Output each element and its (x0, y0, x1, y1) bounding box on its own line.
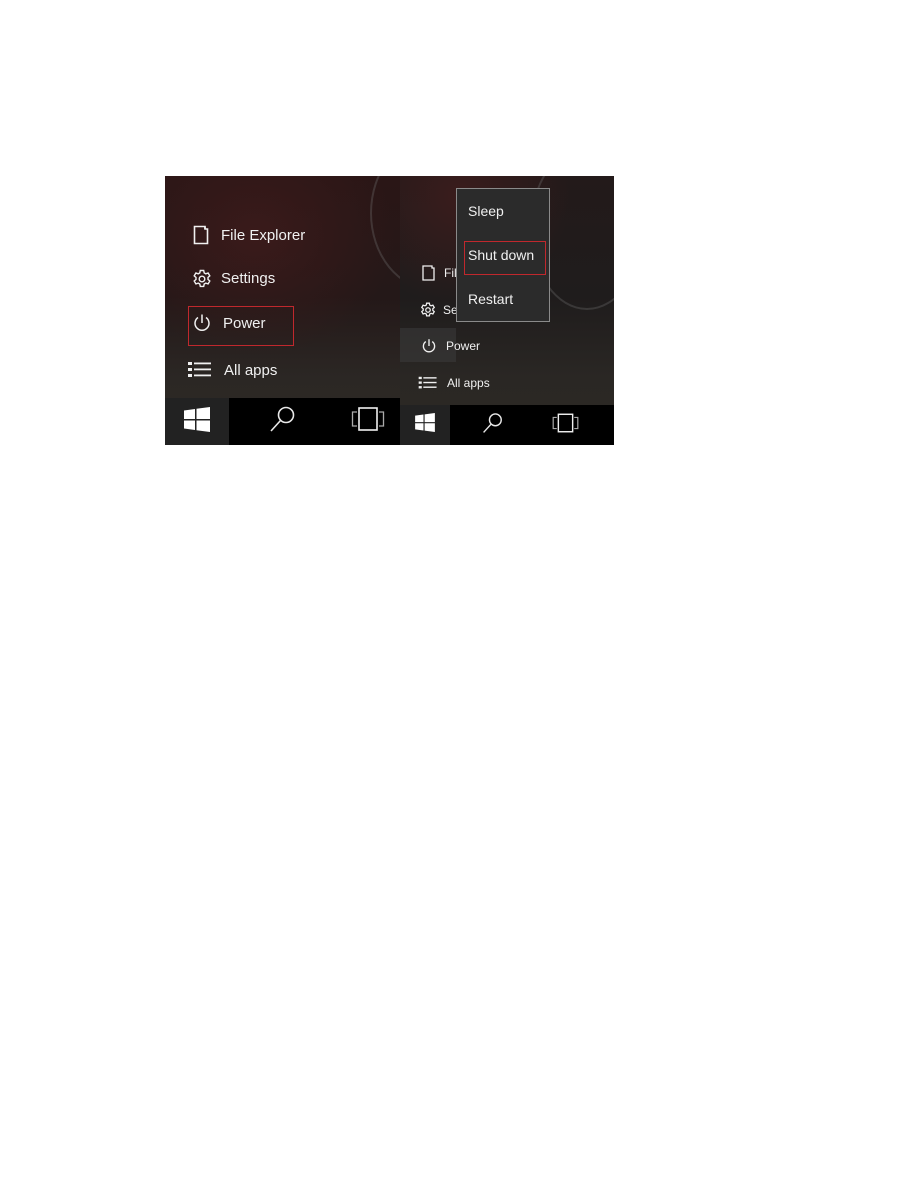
search-icon (482, 412, 504, 439)
file-explorer-icon (420, 264, 436, 282)
power-icon (421, 337, 437, 355)
power-label: Power (223, 314, 266, 332)
power-item[interactable]: Power (192, 312, 266, 334)
settings-item[interactable]: Se (419, 301, 458, 318)
task-view-icon (552, 413, 579, 438)
start-button[interactable] (165, 398, 229, 445)
all-apps-item[interactable]: All apps (418, 375, 490, 391)
all-apps-label: All apps (447, 376, 490, 390)
search-button[interactable] (450, 405, 536, 445)
settings-label: Settings (221, 270, 276, 287)
windows-logo-icon (415, 413, 435, 437)
file-explorer-item[interactable]: File Explorer (192, 224, 305, 246)
file-explorer-icon (192, 224, 210, 246)
search-button[interactable] (229, 398, 336, 445)
list-icon (418, 375, 438, 391)
task-view-button[interactable] (336, 398, 400, 445)
taskbar (165, 398, 400, 445)
all-apps-item[interactable]: All apps (188, 360, 277, 380)
power-menu: Sleep Shut down Restart (456, 188, 550, 322)
settings-item[interactable]: Settings (191, 268, 275, 289)
list-icon (188, 360, 212, 380)
windows-logo-icon (184, 406, 210, 437)
background-wheel (370, 176, 400, 290)
shut-down-menu-item[interactable]: Shut down (468, 247, 534, 263)
all-apps-label: All apps (224, 361, 278, 379)
gear-icon (191, 268, 212, 289)
search-icon (269, 405, 297, 438)
power-item[interactable]: Power (421, 337, 480, 355)
sleep-menu-item[interactable]: Sleep (468, 203, 504, 219)
start-menu-screenshot-left: File Explorer Settings Power All apps (165, 176, 400, 445)
restart-menu-item[interactable]: Restart (468, 291, 513, 307)
start-button[interactable] (400, 405, 450, 445)
file-explorer-label: File Explorer (221, 226, 306, 244)
task-view-icon (351, 407, 385, 436)
power-icon (192, 312, 212, 334)
task-view-button[interactable] (536, 405, 594, 445)
power-label: Power (446, 339, 481, 353)
taskbar (400, 405, 614, 445)
start-menu-screenshot-right: File Se Power All apps Sleep Shut down R… (400, 176, 614, 445)
gear-icon (419, 301, 436, 318)
